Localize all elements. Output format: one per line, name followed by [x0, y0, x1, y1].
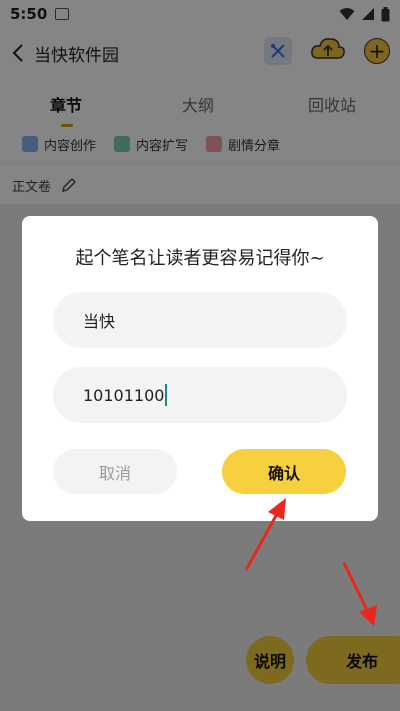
cancel-button[interactable]: 取消 — [53, 449, 177, 494]
id-value: 10101100 — [83, 385, 165, 405]
id-input[interactable]: 10101100 — [53, 367, 347, 423]
pen-name-value: 当快 — [83, 312, 116, 331]
pen-name-dialog: 起个笔名让读者更容易记得你~ 当快 10101100 取消 确认 — [22, 216, 378, 521]
text-caret — [165, 384, 168, 406]
dialog-title: 起个笔名让读者更容易记得你~ — [75, 248, 325, 269]
confirm-button[interactable]: 确认 — [222, 449, 346, 494]
pen-name-input[interactable]: 当快 — [53, 292, 347, 348]
